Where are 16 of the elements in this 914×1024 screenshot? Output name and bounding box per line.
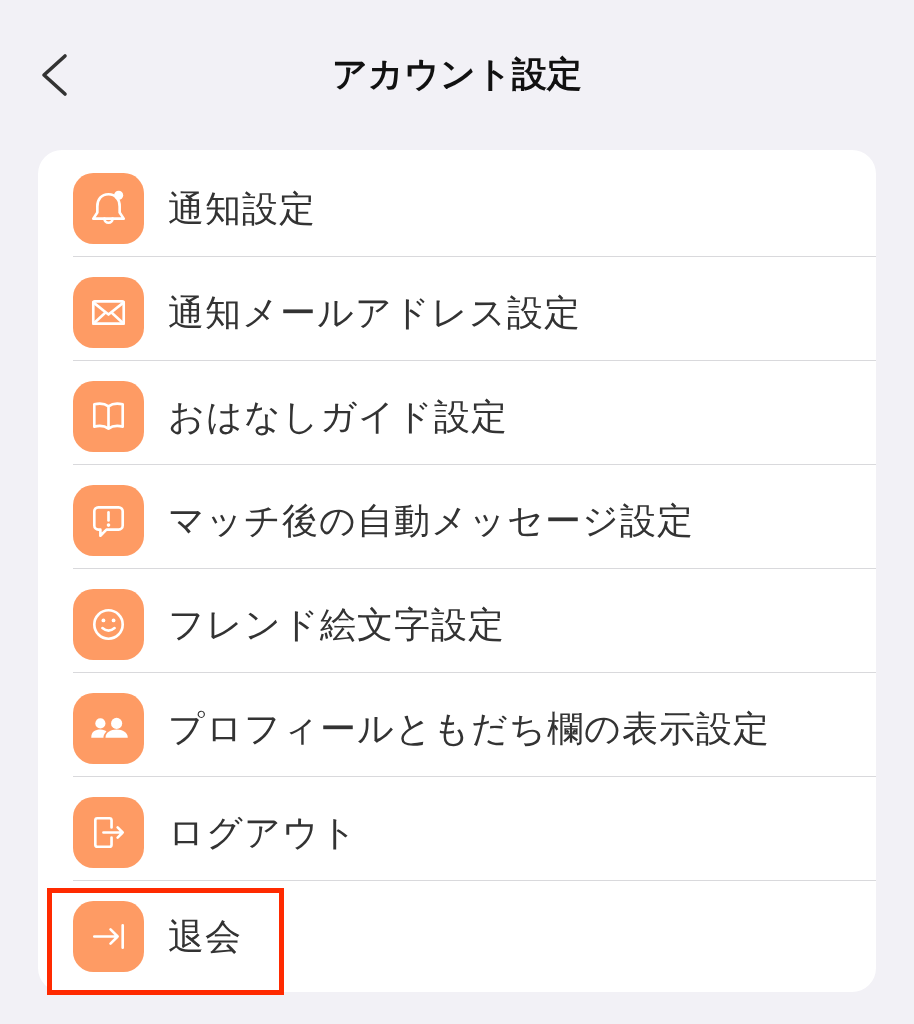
menu-item[interactable]: ログアウト xyxy=(168,810,358,855)
menu-item[interactable]: マッチ後の自動メッセージ設定 xyxy=(168,498,694,543)
speech-bubble-icon xyxy=(73,485,144,556)
menu-item[interactable]: プロフィールともだち欄の表示設定 xyxy=(168,706,770,751)
bell-icon xyxy=(73,173,144,244)
people-icon xyxy=(73,693,144,764)
menu-item[interactable]: 退会 xyxy=(168,914,242,959)
smiley-icon xyxy=(73,589,144,660)
menu-item[interactable]: フレンド絵文字設定 xyxy=(168,602,505,647)
arrow-to-bar-icon xyxy=(73,901,144,972)
menu-item[interactable]: 通知設定 xyxy=(168,186,316,231)
envelope-icon xyxy=(73,277,144,348)
page-title: アカウント設定 xyxy=(332,56,582,93)
menu-item[interactable]: おはなしガイド設定 xyxy=(168,394,508,439)
menu-item[interactable]: 通知メールアドレス設定 xyxy=(168,290,581,335)
book-icon xyxy=(73,381,144,452)
